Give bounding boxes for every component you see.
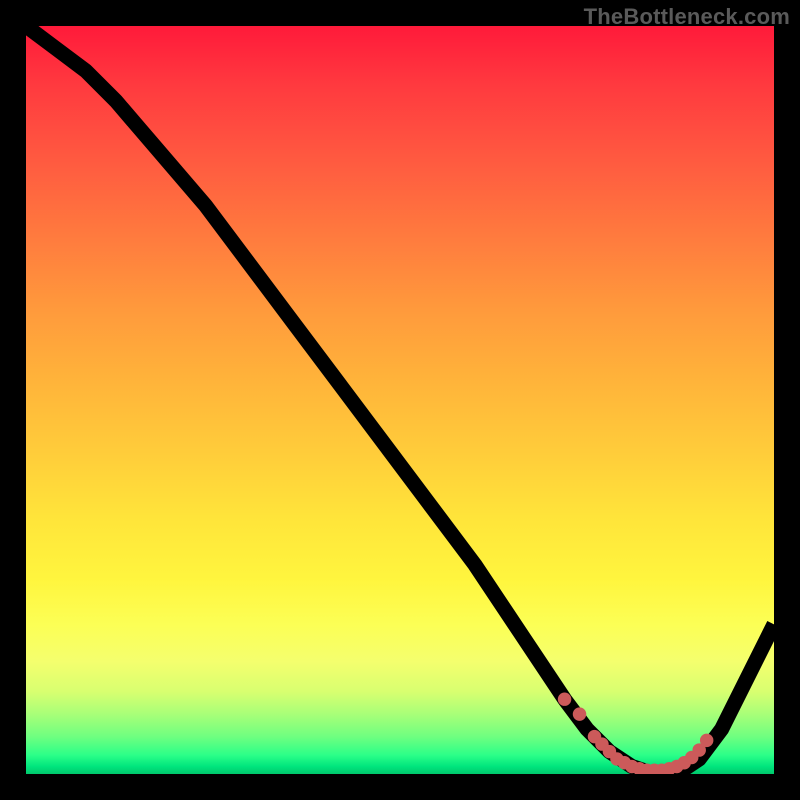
highlight-dot — [700, 734, 713, 747]
chart-frame: TheBottleneck.com — [0, 0, 800, 800]
highlight-dot — [573, 707, 586, 720]
curve-svg — [26, 26, 774, 774]
bottleneck-curve — [26, 26, 774, 774]
highlight-dot — [558, 692, 571, 705]
watermark-text: TheBottleneck.com — [584, 4, 790, 30]
plot-area — [26, 26, 774, 774]
